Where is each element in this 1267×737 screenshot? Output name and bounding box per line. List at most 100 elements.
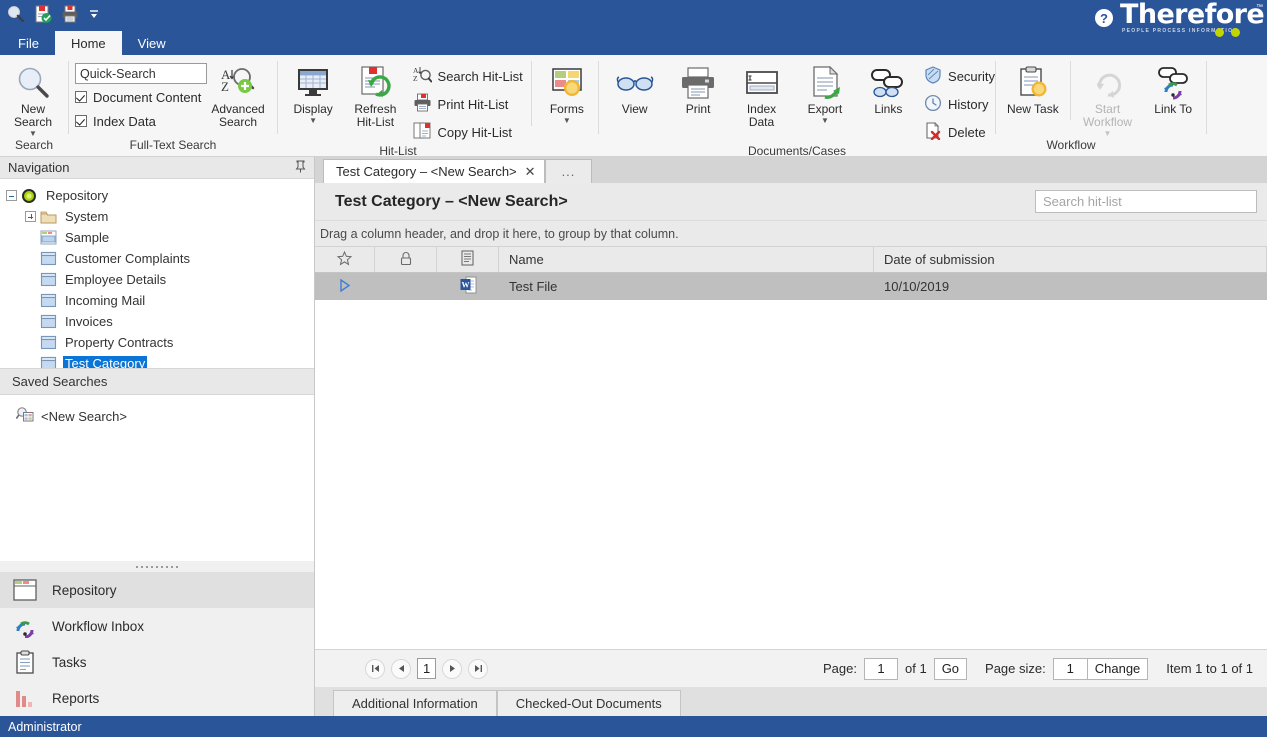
row-expander[interactable] — [315, 273, 375, 300]
shield-icon — [924, 66, 942, 87]
category-icon — [40, 314, 58, 330]
sidebar-item-reports[interactable]: Reports — [0, 680, 314, 716]
grid-column-star[interactable] — [315, 247, 375, 272]
copy-hitlist-button[interactable]: Copy Hit-List — [413, 120, 523, 144]
forms-button[interactable]: Forms ▼ — [536, 59, 598, 125]
repository-icon — [12, 577, 38, 603]
sidebar-splitter[interactable] — [0, 561, 314, 572]
delete-button[interactable]: Delete — [924, 120, 995, 144]
help-icon[interactable]: ? — [1094, 8, 1114, 28]
tree-item-property-contracts[interactable]: Property Contracts — [0, 332, 314, 353]
tree-item-system[interactable]: System — [0, 206, 314, 227]
saved-search-item-new-search[interactable]: <New Search> — [0, 405, 314, 427]
index-data-button[interactable]: Index Data — [730, 59, 793, 129]
group-by-hint: Drag a column header, and drop it here, … — [320, 227, 679, 241]
chevron-down-icon[interactable]: ▼ — [29, 130, 37, 138]
search-hitlist-button[interactable]: A Z Search Hit-List — [413, 64, 523, 88]
ribbon: New Search ▼ Search Document Content — [0, 55, 1267, 157]
new-search-button[interactable]: New Search ▼ — [0, 59, 66, 138]
page-input[interactable]: 1 — [864, 658, 898, 680]
chevron-down-icon[interactable]: ▼ — [563, 117, 571, 125]
play-icon — [339, 279, 351, 295]
page-size-input[interactable]: 1 — [1053, 658, 1087, 680]
change-page-size-button[interactable]: Change — [1087, 658, 1149, 680]
tree-item-repository[interactable]: Repository — [0, 185, 314, 206]
ribbon-group-label-documents: Documents/Cases — [599, 144, 995, 159]
print-button[interactable]: Print — [666, 59, 729, 116]
tree-item-invoices[interactable]: Invoices — [0, 311, 314, 332]
print-hitlist-button[interactable]: Print Hit-List — [413, 92, 523, 116]
security-button[interactable]: Security — [924, 64, 995, 88]
reports-icon — [12, 685, 38, 711]
save-index-data-icon[interactable] — [33, 4, 53, 24]
next-page-button[interactable] — [442, 659, 462, 679]
ribbon-group-label-search: Search — [0, 138, 68, 156]
checkbox-index-data[interactable]: Index Data — [75, 110, 207, 132]
document-tab-overflow[interactable]: ... — [545, 159, 593, 183]
search-icon[interactable] — [6, 4, 26, 24]
ribbon-group-label-hitlist: Hit-List — [278, 144, 598, 159]
title-bar: ? Therefore PEOPLE PROCESS INFORMATION ™ — [0, 0, 1267, 31]
expander-plus-icon[interactable] — [25, 211, 36, 222]
checkbox-index-data-box[interactable] — [75, 115, 87, 127]
sidebar-item-tasks[interactable]: Tasks — [0, 644, 314, 680]
document-tab-test-category[interactable]: Test Category – <New Search> ✕ — [323, 159, 545, 183]
tab-checked-out-documents[interactable]: Checked-Out Documents — [497, 690, 681, 716]
tree-item-sample[interactable]: Sample — [0, 227, 314, 248]
search-hitlist-input[interactable] — [1035, 190, 1257, 213]
ribbon-tab-file[interactable]: File — [2, 31, 55, 55]
refresh-hitlist-button[interactable]: Refresh Hit-List — [344, 59, 406, 129]
print-icon[interactable] — [60, 4, 80, 24]
tree-item-incoming-mail[interactable]: Incoming Mail — [0, 290, 314, 311]
therefore-application-window: ? Therefore PEOPLE PROCESS INFORMATION ™… — [0, 0, 1267, 737]
previous-page-button[interactable] — [391, 659, 411, 679]
link-to-label: Link To — [1154, 103, 1192, 116]
export-button[interactable]: Export ▼ — [793, 59, 856, 125]
grid-column-date[interactable]: Date of submission — [874, 247, 1267, 272]
advanced-search-icon: A Z — [219, 63, 257, 103]
printer-icon — [679, 63, 717, 103]
grid-column-document[interactable] — [437, 247, 499, 272]
expander-minus-icon[interactable] — [6, 190, 17, 201]
saved-search-icon — [16, 406, 34, 426]
grid-column-lock[interactable] — [375, 247, 437, 272]
table-row[interactable]: W Test File 10/10/2019 — [315, 273, 1267, 300]
grid-column-name[interactable]: Name — [499, 247, 874, 272]
ribbon-tab-view[interactable]: View — [122, 31, 182, 55]
advanced-search-button[interactable]: A Z Advanced Search — [207, 59, 269, 129]
current-page-indicator[interactable]: 1 — [417, 658, 436, 679]
tree-item-customer-complaints[interactable]: Customer Complaints — [0, 248, 314, 269]
new-task-icon — [1014, 63, 1052, 103]
first-page-button[interactable] — [365, 659, 385, 679]
pin-icon[interactable] — [295, 160, 306, 176]
tab-additional-information[interactable]: Additional Information — [333, 690, 497, 716]
sidebar-item-workflow-inbox[interactable]: Workflow Inbox — [0, 608, 314, 644]
brand-wordmark: Therefore — [1120, 1, 1264, 29]
chevron-down-icon[interactable]: ▼ — [309, 117, 317, 125]
new-task-button[interactable]: New Task — [1000, 59, 1066, 116]
tree-item-employee-details[interactable]: Employee Details — [0, 269, 314, 290]
group-by-drop-area[interactable]: Drag a column header, and drop it here, … — [315, 221, 1267, 247]
tree-item-test-category[interactable]: Test Category — [0, 353, 314, 368]
chevron-down-icon[interactable]: ▼ — [821, 117, 829, 125]
link-to-button[interactable]: Link To — [1140, 59, 1206, 116]
glasses-icon — [615, 63, 655, 103]
display-button[interactable]: Display ▼ — [282, 59, 344, 125]
quick-search-input[interactable] — [75, 63, 207, 84]
history-button[interactable]: History — [924, 92, 995, 116]
checkbox-document-content[interactable]: Document Content — [75, 86, 207, 108]
start-workflow-button[interactable]: Start Workflow ▼ — [1075, 59, 1141, 138]
ribbon-tab-home[interactable]: Home — [55, 31, 122, 55]
view-button[interactable]: View — [603, 59, 666, 116]
delete-label: Delete — [948, 125, 986, 140]
links-button[interactable]: Links — [857, 59, 920, 116]
chevron-down-icon[interactable]: ▼ — [1104, 130, 1112, 138]
saved-searches-header: Saved Searches — [0, 368, 314, 395]
go-button[interactable]: Go — [934, 658, 967, 680]
close-icon[interactable]: ✕ — [525, 164, 536, 180]
checkbox-document-content-box[interactable] — [75, 91, 87, 103]
document-icon — [461, 250, 474, 269]
sidebar-item-repository[interactable]: Repository — [0, 572, 314, 608]
last-page-button[interactable] — [468, 659, 488, 679]
customize-quick-access-caret-icon[interactable] — [87, 5, 101, 23]
